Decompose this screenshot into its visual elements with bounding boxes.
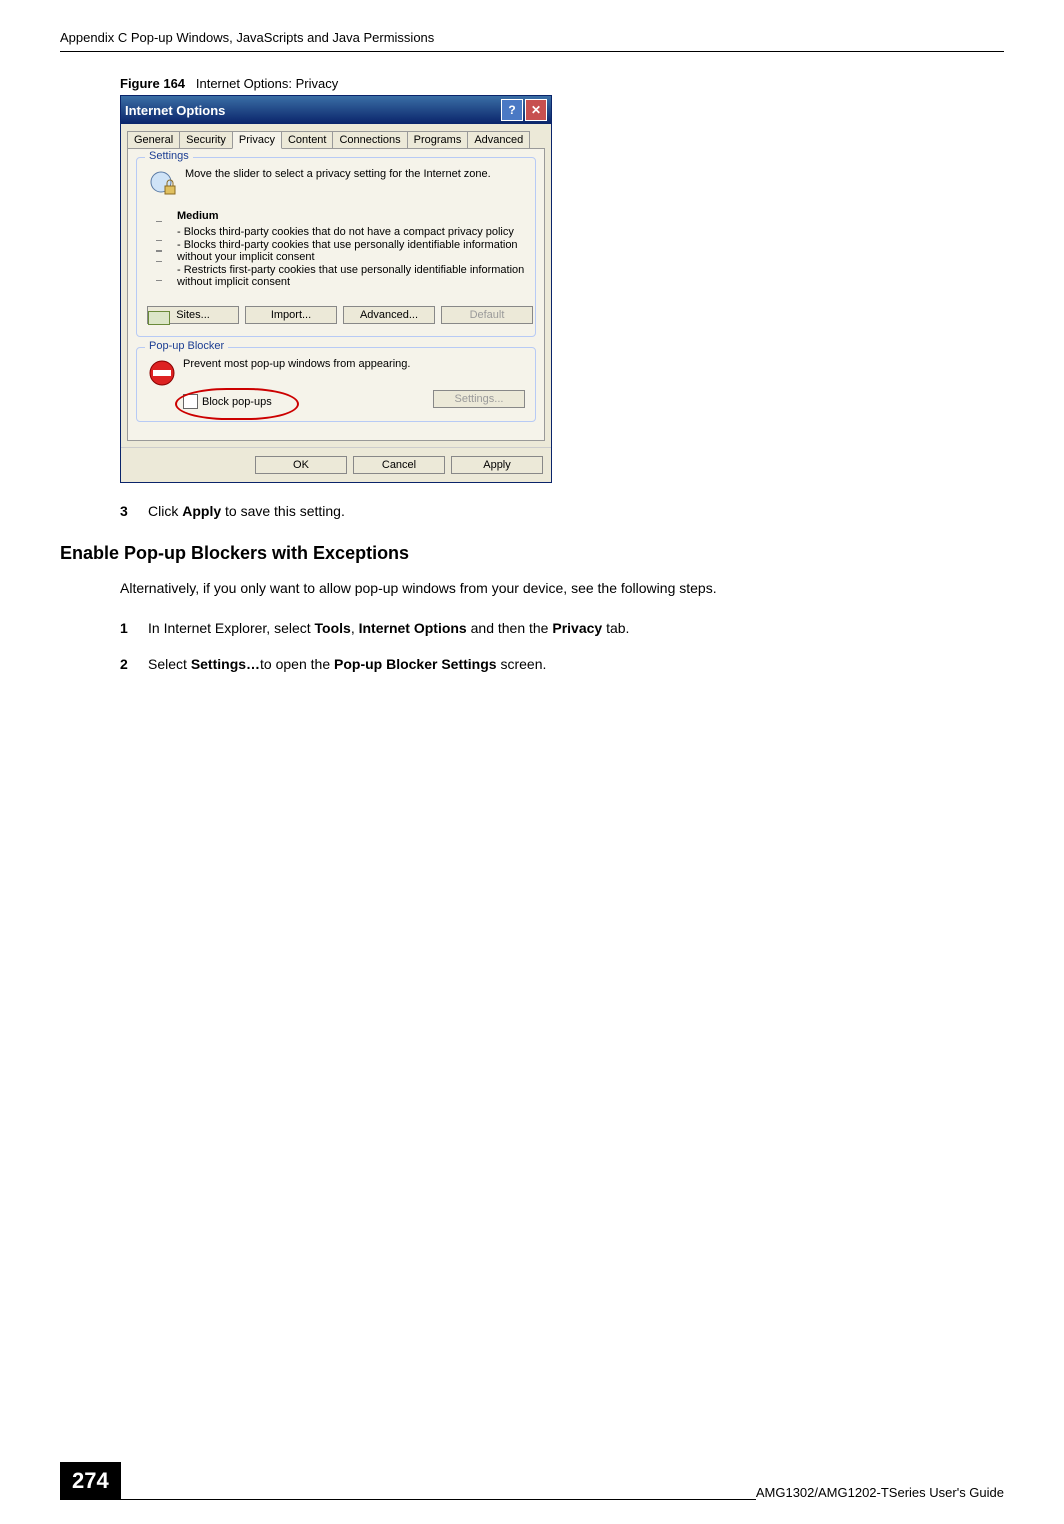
block-popups-label: Block pop-ups — [202, 396, 272, 408]
step-number: 1 — [120, 620, 148, 636]
checkbox-icon[interactable] — [183, 394, 198, 409]
page-number: 274 — [60, 1462, 121, 1500]
figure-caption: Figure 164 Internet Options: Privacy — [120, 76, 1004, 91]
step-text: to open the — [260, 656, 334, 672]
tab-advanced[interactable]: Advanced — [467, 131, 530, 149]
step-text: Select — [148, 656, 191, 672]
footer-guide: AMG1302/AMG1202-TSeries User's Guide — [756, 1485, 1004, 1500]
step-bold: Privacy — [552, 620, 602, 636]
popup-intro: Prevent most pop-up windows from appeari… — [183, 358, 525, 370]
step-text: screen. — [497, 656, 547, 672]
tab-strip: General Security Privacy Content Connect… — [121, 124, 551, 148]
tab-security[interactable]: Security — [179, 131, 233, 149]
step-2: 2 Select Settings…to open the Pop-up Blo… — [120, 656, 1004, 672]
block-popups-checkbox[interactable]: Block pop-ups — [183, 394, 272, 409]
apply-button[interactable]: Apply — [451, 456, 543, 474]
tab-programs[interactable]: Programs — [407, 131, 469, 149]
help-icon[interactable]: ? — [501, 99, 523, 121]
privacy-bullet: - Restricts first-party cookies that use… — [177, 264, 525, 288]
step-3: 3 Click Apply to save this setting. — [120, 503, 1004, 519]
step-1: 1 In Internet Explorer, select Tools, In… — [120, 620, 1004, 636]
settings-intro: Move the slider to select a privacy sett… — [185, 168, 525, 180]
step-text: to save this setting. — [221, 503, 345, 519]
privacy-level: Medium — [177, 210, 525, 222]
settings-group-label: Settings — [145, 150, 193, 162]
step-number: 2 — [120, 656, 148, 672]
import-button[interactable]: Import... — [245, 306, 337, 324]
internet-options-dialog: Internet Options ? ✕ General Security Pr… — [120, 95, 552, 483]
step-bold: Pop-up Blocker Settings — [334, 656, 497, 672]
default-button: Default — [441, 306, 533, 324]
dialog-title: Internet Options — [125, 103, 225, 118]
figure-title: Internet Options: Privacy — [196, 76, 338, 91]
tab-general[interactable]: General — [127, 131, 180, 149]
no-entry-icon — [147, 358, 177, 388]
section-paragraph: Alternatively, if you only want to allow… — [120, 580, 1004, 596]
advanced-button[interactable]: Advanced... — [343, 306, 435, 324]
step-text: tab. — [602, 620, 629, 636]
step-bold: Internet Options — [359, 620, 467, 636]
step-bold: Apply — [182, 503, 221, 519]
dialog-screenshot: Internet Options ? ✕ General Security Pr… — [120, 95, 1004, 483]
ok-button[interactable]: OK — [255, 456, 347, 474]
step-text: Click — [148, 503, 182, 519]
page-footer: 274 AMG1302/AMG1202-TSeries User's Guide — [60, 1462, 1004, 1500]
privacy-bullet: - Blocks third-party cookies that use pe… — [177, 239, 525, 263]
dialog-titlebar: Internet Options ? ✕ — [121, 96, 551, 124]
popup-settings-button: Settings... — [433, 390, 525, 408]
dialog-button-row: OK Cancel Apply — [121, 447, 551, 482]
tab-panel-privacy: Settings Move the slider to select a pri… — [127, 148, 545, 441]
close-icon[interactable]: ✕ — [525, 99, 547, 121]
running-header: Appendix C Pop-up Windows, JavaScripts a… — [60, 30, 1004, 52]
section-heading: Enable Pop-up Blockers with Exceptions — [60, 543, 1004, 564]
step-bold: Settings… — [191, 656, 260, 672]
privacy-slider[interactable] — [147, 204, 171, 290]
settings-group: Settings Move the slider to select a pri… — [136, 157, 536, 337]
globe-lock-icon — [147, 168, 179, 200]
figure-label: Figure 164 — [120, 76, 185, 91]
popup-blocker-group: Pop-up Blocker Prevent most pop-up windo… — [136, 347, 536, 422]
privacy-bullet: - Blocks third-party cookies that do not… — [177, 226, 525, 238]
step-bold: Tools — [315, 620, 351, 636]
popup-group-label: Pop-up Blocker — [145, 340, 228, 352]
cancel-button[interactable]: Cancel — [353, 456, 445, 474]
tab-content[interactable]: Content — [281, 131, 334, 149]
tab-connections[interactable]: Connections — [332, 131, 407, 149]
step-text: In Internet Explorer, select — [148, 620, 315, 636]
step-number: 3 — [120, 503, 148, 519]
tab-privacy[interactable]: Privacy — [232, 131, 282, 149]
step-text: and then the — [467, 620, 553, 636]
step-text: , — [351, 620, 359, 636]
slider-thumb-icon[interactable] — [148, 311, 170, 325]
